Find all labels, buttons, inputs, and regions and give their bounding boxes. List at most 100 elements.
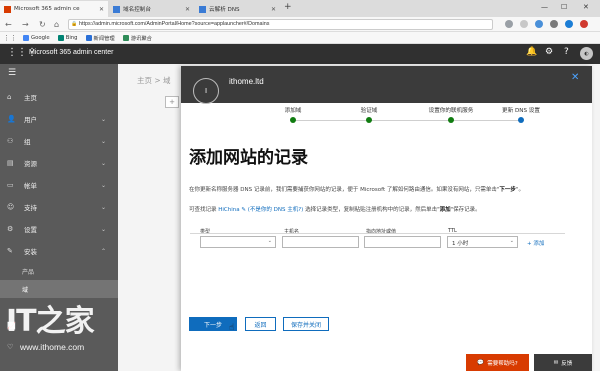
browser-tab-admin[interactable]: Microsoft 365 admin ce ✕	[0, 1, 108, 17]
home-icon[interactable]: ⌂	[54, 20, 59, 29]
nav-item-users[interactable]: 👤 用户 ⌄	[0, 108, 118, 130]
step-complete-icon	[366, 117, 372, 123]
target-value-input[interactable]	[364, 236, 441, 248]
step-progress-track	[293, 120, 521, 121]
nav-subitem-products[interactable]: 产品	[0, 262, 118, 280]
profile-icon[interactable]	[580, 20, 588, 28]
breadcrumb: 主页 > 域	[137, 76, 171, 85]
nav-item-setup[interactable]: ✎ 安装 ⌃	[0, 240, 118, 262]
instruction-text-1: 在你更新名称服务器 DNS 记录前，我们需要捕获你网站的记录，便于 Micros…	[189, 187, 524, 193]
close-window-button[interactable]: ✕	[583, 3, 589, 11]
tab-title: 云解析 DNS	[209, 7, 240, 13]
bell-icon[interactable]: 🔔	[526, 47, 537, 57]
app-title[interactable]: Microsoft 365 admin center	[29, 49, 113, 56]
office-favicon-icon	[4, 5, 11, 13]
field-header-divider	[190, 233, 565, 234]
group-icon: ⚇	[7, 137, 14, 145]
support-icon: ☺	[7, 203, 15, 211]
health-icon[interactable]: ♡	[7, 343, 13, 351]
mouse-pointer-icon: ☝	[229, 323, 235, 333]
step-label-verify-domain: 验证域	[360, 108, 378, 114]
nav-item-groups[interactable]: ⚇ 组 ⌄	[0, 130, 118, 152]
url-input[interactable]: https://admin.microsoft.com/AdminPortal/…	[68, 19, 493, 30]
nav-item-billing[interactable]: ▭ 帐单 ⌄	[0, 174, 118, 196]
chevron-down-icon: ⌄	[100, 115, 106, 123]
bookmark-news[interactable]: 新闻管理	[85, 34, 115, 42]
google-icon	[23, 34, 29, 41]
avatar[interactable]: ◐	[580, 47, 593, 60]
gear-icon: ⚙	[7, 225, 14, 233]
tab-close-icon[interactable]: ✕	[271, 6, 276, 13]
nav-item-home[interactable]: ⌂ 主页	[0, 86, 118, 108]
page-title: 添加网站的记录	[189, 148, 308, 168]
news-icon	[85, 34, 92, 41]
nav-item-resources[interactable]: ▤ 资源 ⌄	[0, 152, 118, 174]
chevron-down-icon: ⌄	[100, 203, 106, 211]
save-and-close-button[interactable]: 保存并关闭	[283, 317, 329, 331]
new-tab-button[interactable]: +	[284, 2, 292, 12]
extension-icon[interactable]	[550, 20, 558, 28]
browser-tab-domain-console[interactable]: 域名控制台 ✕	[109, 1, 194, 17]
lock-icon: 🔒	[71, 21, 78, 27]
hichina-link[interactable]: HiChina	[218, 207, 239, 213]
chevron-down-icon: ⌄	[100, 137, 106, 145]
bookmark-bing[interactable]: Bing	[57, 34, 78, 41]
chevron-down-icon: ⌄	[267, 238, 272, 244]
ithome-watermark-logo: IT之家	[6, 304, 95, 339]
step-label-add-domain: 添加域	[284, 108, 302, 114]
aliyun-favicon-icon	[199, 5, 206, 13]
extension-icon[interactable]	[565, 20, 573, 28]
billing-icon: ▭	[7, 181, 14, 189]
add-record-link[interactable]: + 添加	[527, 239, 544, 247]
close-icon[interactable]: ✕	[571, 73, 579, 83]
user-icon: 👤	[7, 115, 16, 123]
aliyun-favicon-icon	[113, 5, 120, 13]
reading-mode-icon[interactable]	[505, 20, 513, 28]
not-your-dns-host-link[interactable]: (不是你的 DNS 主机?)	[248, 207, 304, 213]
hostname-input[interactable]	[282, 236, 359, 248]
step-label-update-dns: 更新 DNS 设置	[502, 108, 540, 114]
step-current-icon	[518, 117, 524, 123]
back-arrow-icon[interactable]: ←	[5, 20, 12, 29]
bookmark-games[interactable]: 游讯聚合	[122, 34, 152, 42]
bing-icon	[57, 34, 64, 41]
back-button[interactable]: 返回	[245, 317, 276, 331]
favorite-star-icon[interactable]	[520, 20, 528, 28]
nav-item-support[interactable]: ☺ 支持 ⌄	[0, 196, 118, 218]
extension-icon[interactable]	[535, 20, 543, 28]
tab-close-icon[interactable]: ✕	[185, 6, 190, 13]
apps-grid-icon[interactable]: ⋮⋮	[3, 34, 17, 42]
chevron-down-icon: ⌄	[509, 238, 514, 244]
bookmarks-bar: ⋮⋮ Google Bing 新闻管理 游讯聚合	[0, 32, 600, 44]
tab-close-icon[interactable]: ✕	[99, 6, 104, 13]
chevron-down-icon: ⌄	[100, 225, 106, 233]
wrench-icon: ✎	[7, 247, 13, 255]
instruction-text-2: 可查找记录 HiChina ✎ (不是你的 DNS 主机?) 选择记录类型，复制…	[189, 207, 481, 213]
games-icon	[122, 34, 129, 41]
need-help-button[interactable]: 💬 需要帮助吗?	[466, 354, 529, 371]
chevron-down-icon: ⌄	[100, 181, 106, 189]
step-complete-icon	[448, 117, 454, 123]
forward-arrow-icon[interactable]: →	[22, 20, 29, 29]
feedback-button[interactable]: ✉ 反馈	[534, 354, 592, 371]
step-label-setup-services: 设置你的联机服务	[428, 108, 474, 114]
chevron-up-icon: ⌃	[100, 247, 106, 255]
add-domain-button[interactable]: +	[165, 96, 179, 108]
tab-title: 域名控制台	[123, 7, 151, 13]
minimize-button[interactable]: —	[541, 3, 548, 11]
gear-icon[interactable]: ⚙	[545, 47, 553, 57]
tab-title: Microsoft 365 admin ce	[14, 6, 80, 12]
hamburger-menu-icon[interactable]: ☰	[8, 68, 16, 78]
feedback-icon: ✉	[553, 359, 559, 366]
record-type-select[interactable]: ⌄	[200, 236, 276, 248]
refresh-icon[interactable]: ↻	[39, 20, 46, 29]
ithome-watermark-url: www.ithome.com	[20, 342, 85, 352]
ttl-select[interactable]: 1 小时 ⌄	[447, 236, 518, 248]
chat-icon: 💬	[477, 359, 485, 366]
bookmark-google[interactable]: Google	[23, 34, 50, 41]
browser-tab-cloud-dns[interactable]: 云解析 DNS ✕	[195, 1, 280, 17]
help-icon[interactable]: ?	[564, 47, 569, 57]
edit-pencil-icon[interactable]: ✎	[241, 207, 246, 213]
nav-item-settings[interactable]: ⚙ 设置 ⌄	[0, 218, 118, 240]
maximize-button[interactable]: ☐	[561, 3, 567, 11]
